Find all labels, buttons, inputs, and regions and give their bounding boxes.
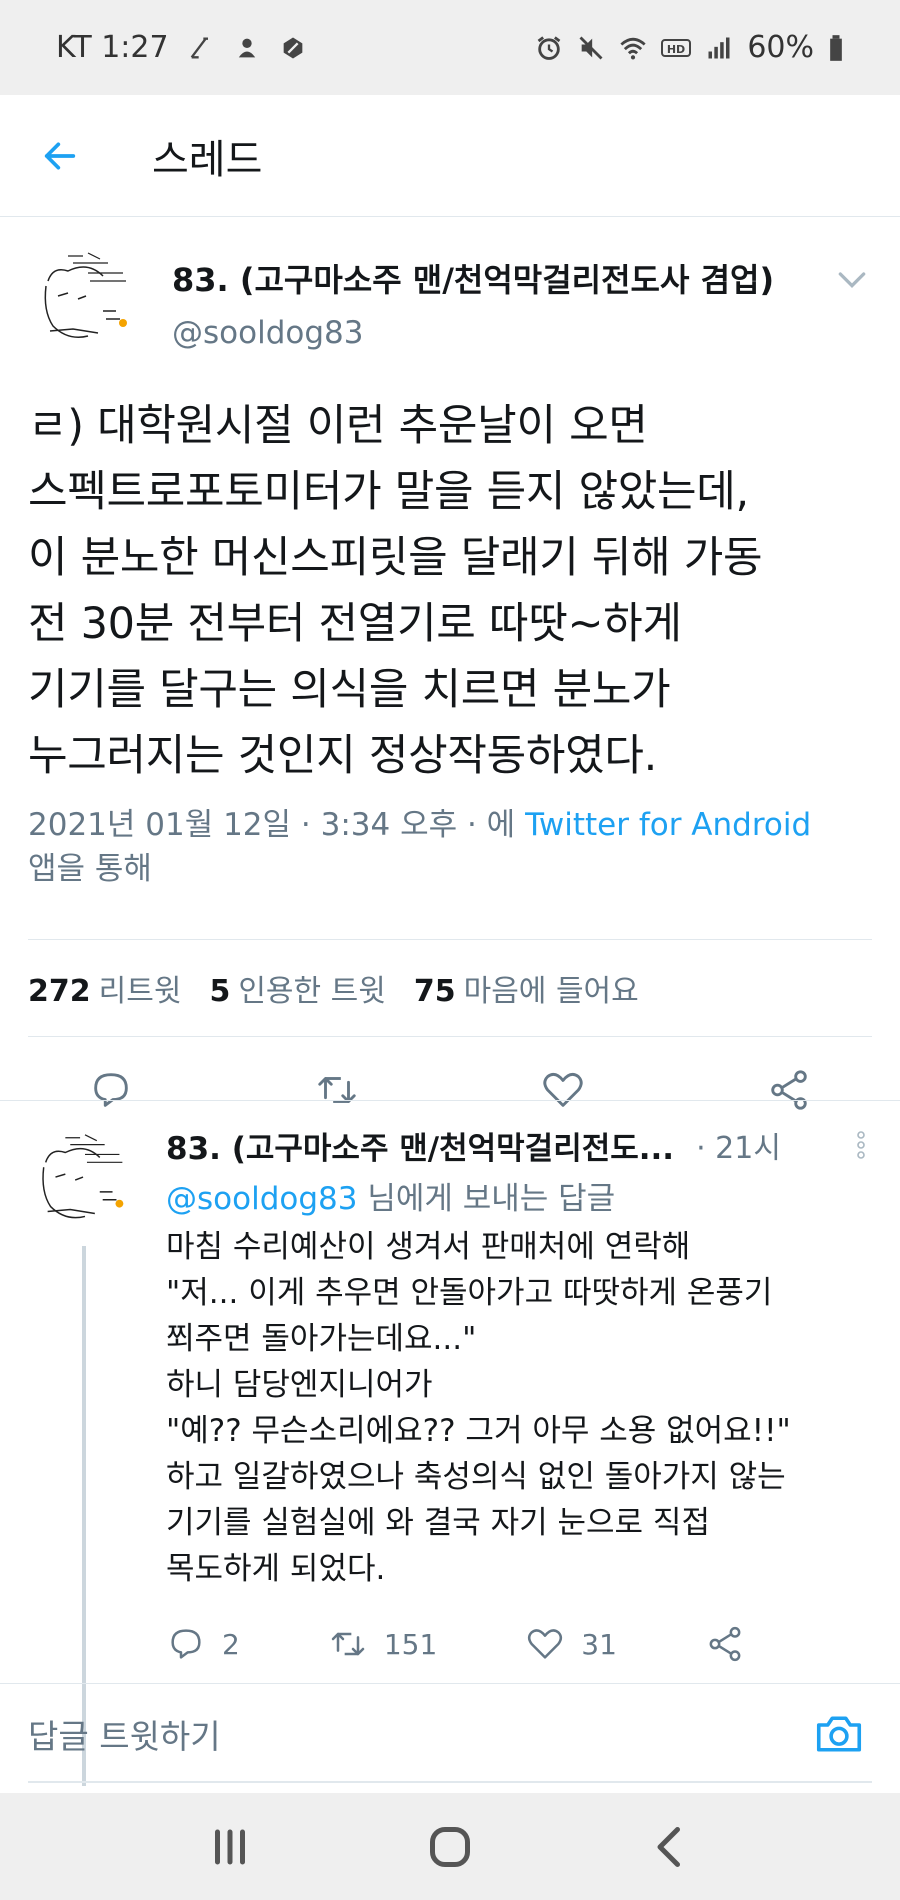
home-icon[interactable]: [420, 1817, 480, 1877]
reply-retweet-button[interactable]: 151: [328, 1624, 437, 1664]
like-icon[interactable]: [540, 1067, 586, 1113]
composer-underline: [28, 1781, 872, 1783]
app-bar: 스레드: [0, 95, 900, 217]
reply-share-button[interactable]: [705, 1624, 761, 1664]
recents-icon[interactable]: [200, 1817, 260, 1877]
reply-time: · 21시: [696, 1131, 781, 1166]
signal-icon: [705, 34, 733, 62]
reply-to-mention[interactable]: @sooldog83: [166, 1181, 357, 1217]
like-count: 31: [581, 1627, 617, 1661]
source-link[interactable]: Twitter for Android: [525, 807, 811, 843]
timestamp-prefix: 2021년 01월 12일 · 3:34 오후 · 에: [28, 807, 526, 843]
tweet-timestamp: 2021년 01월 12일 · 3:34 오후 · 에 Twitter for …: [28, 803, 872, 891]
share-icon[interactable]: [766, 1067, 812, 1113]
author-handle[interactable]: @sooldog83: [172, 315, 774, 351]
author-name[interactable]: 83. (고구마소주 맨/천억막걸리전도사 겸업): [172, 255, 774, 301]
composer-placeholder[interactable]: 답글 트윗하기: [28, 1710, 221, 1758]
shield-notification-icon: [279, 34, 307, 62]
reply-icon: [166, 1624, 206, 1664]
retweets-label: 리트윗: [98, 974, 182, 1009]
tweet-header: 83. (고구마소주 맨/천억막걸리전도사 겸업) @sooldog83: [28, 241, 872, 371]
likes-count: 75: [413, 974, 456, 1009]
reply-to-suffix: 님에게 보내는 답글: [357, 1181, 616, 1217]
share-icon: [705, 1624, 745, 1664]
more-vertical-icon[interactable]: [846, 1125, 876, 1165]
mute-icon: [577, 34, 605, 62]
quotes-label: 인용한 트윗: [238, 974, 386, 1009]
tweet-text: ㄹ) 대학원시절 이런 추운날이 오면 스펙트로포토미터가 말을 듣지 않았는데…: [28, 401, 763, 781]
page-title: 스레드: [152, 136, 263, 183]
likes-stat[interactable]: 75 마음에 들어요: [414, 966, 639, 1010]
quotes-stat[interactable]: 5 인용한 트윗: [209, 966, 385, 1010]
hd-icon: HD: [661, 34, 692, 62]
retweets-count: 272: [28, 974, 91, 1009]
reply-text: 마침 수리예산이 생겨서 판매처에 연락해 "저... 이게 추우면 안돌아가고…: [166, 1229, 791, 1587]
likes-label: 마음에 들어요: [463, 974, 639, 1009]
like-icon: [525, 1624, 565, 1664]
status-bar: KT 1:27 HD 60%: [0, 0, 900, 95]
app-notification-icon: [233, 34, 261, 62]
reply-author-name[interactable]: 83. (고구마소주 맨/천억막걸리전도...: [166, 1123, 674, 1168]
avatar[interactable]: [28, 241, 148, 361]
wifi-icon: [619, 34, 647, 62]
tweet-stats: 272 리트윗 5 인용한 트윗 75 마음에 들어요: [28, 939, 872, 1037]
quotes-count: 5: [209, 974, 231, 1009]
main-tweet: 83. (고구마소주 맨/천억막걸리전도사 겸업) @sooldog83 ㄹ) …: [0, 217, 900, 1143]
retweets-stat[interactable]: 272 리트윗: [28, 966, 181, 1010]
reply-to: @sooldog83 님에게 보내는 답글: [166, 1173, 876, 1218]
camera-icon[interactable]: [812, 1707, 866, 1761]
battery-icon: [828, 34, 844, 62]
reply-actions: 2 151 31: [166, 1614, 876, 1674]
reply-composer[interactable]: 답글 트윗하기: [0, 1683, 900, 1783]
timestamp-suffix: 앱을 통해: [28, 851, 152, 887]
back-arrow-icon[interactable]: [28, 124, 92, 188]
reply-avatar[interactable]: [26, 1123, 144, 1241]
reply-tweet[interactable]: 83. (고구마소주 맨/천억막걸리전도... · 21시 @sooldog83…: [0, 1100, 900, 1786]
back-icon[interactable]: [640, 1817, 700, 1877]
carrier-time: KT 1:27: [56, 30, 169, 65]
retweet-count: 151: [383, 1627, 438, 1661]
retweet-icon: [328, 1624, 368, 1664]
reply-like-button[interactable]: 31: [525, 1624, 617, 1664]
svg-text:HD: HD: [667, 43, 685, 56]
retweet-icon[interactable]: [314, 1067, 360, 1113]
reply-count: 2: [222, 1627, 240, 1661]
pen-notification-icon: [187, 34, 215, 62]
reply-icon[interactable]: [88, 1067, 134, 1113]
reply-reply-button[interactable]: 2: [166, 1624, 240, 1664]
system-nav-bar: [0, 1793, 900, 1900]
battery-percent: 60%: [747, 30, 814, 65]
chevron-down-icon[interactable]: [832, 259, 872, 299]
alarm-icon: [535, 34, 563, 62]
